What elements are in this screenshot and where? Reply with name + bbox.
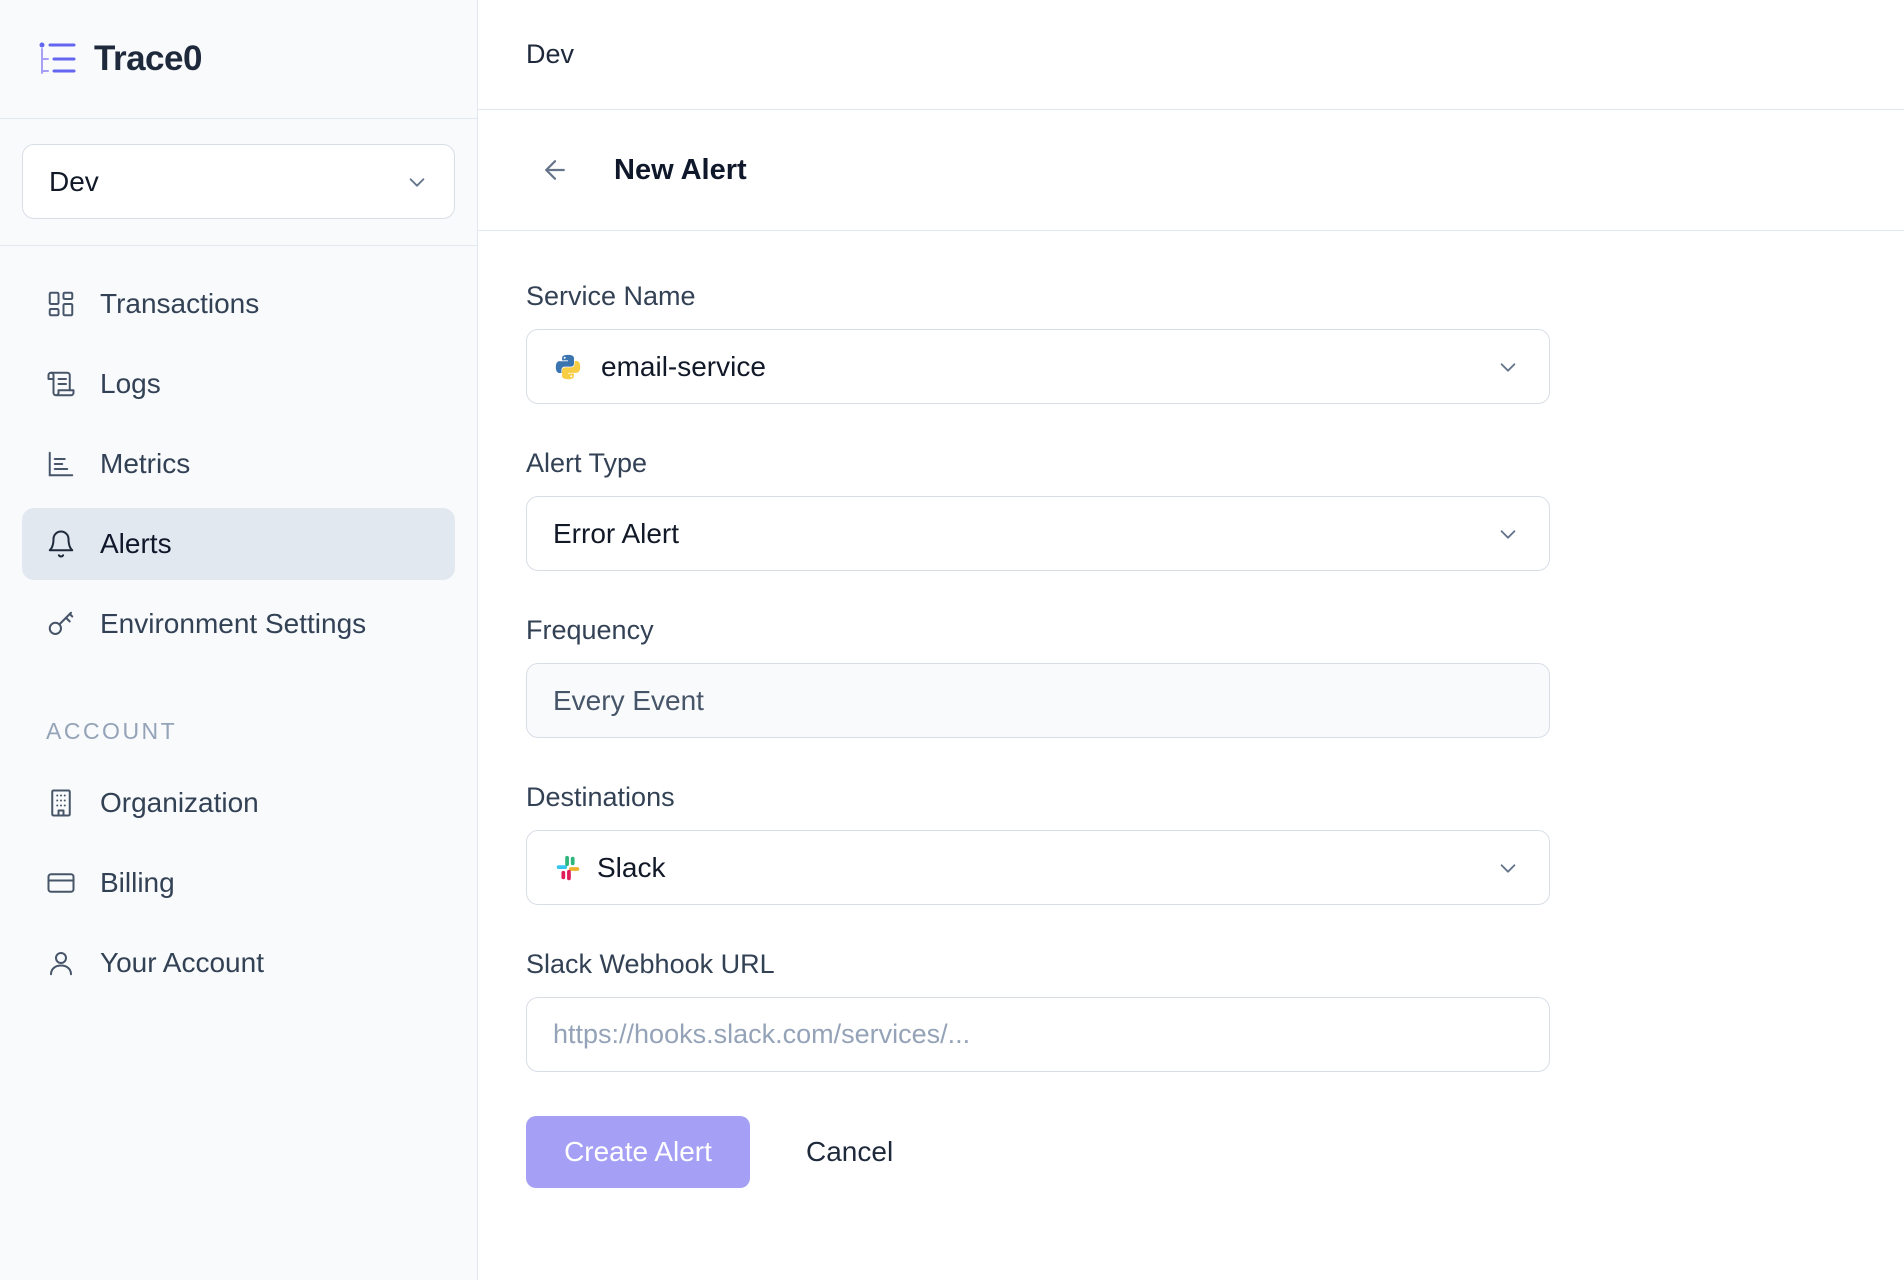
main-content: Dev New Alert Service Name email-service… [478,0,1904,1280]
page-header: New Alert [478,110,1904,231]
service-name-label: Service Name [526,281,696,311]
chevron-down-icon [1500,363,1516,372]
topbar: Dev [478,0,1904,110]
sidebar-item-billing[interactable]: Billing [22,847,455,919]
new-alert-form: Service Name email-service Alert Type Er… [478,231,1552,1188]
alert-type-label: Alert Type [526,448,648,478]
alert-type-select[interactable]: Error Alert [526,496,1550,571]
service-name-select[interactable]: email-service [526,329,1550,404]
environment-selector-wrap: Dev [0,119,477,246]
sidebar-item-label: Organization [100,787,259,818]
arrow-left-icon[interactable] [540,155,570,185]
frequency-value: Every Event [553,684,704,716]
list-tree-icon [39,42,76,74]
slack-icon [556,855,580,880]
sidebar-item-logs[interactable]: Logs [22,348,455,420]
sidebar: Trace0 Dev Transactions Logs Metrics Ale… [0,0,478,1280]
chevron-down-icon [409,177,425,187]
frequency-field: Frequency Every Event [526,615,1552,738]
account-section-title: ACCOUNT [46,718,178,744]
key-icon [48,611,74,635]
destinations-field: Destinations Slack [526,782,1552,905]
webhook-field: Slack Webhook URL https://hooks.slack.co… [526,949,1552,1072]
frequency-label: Frequency [526,615,654,645]
bar-chart-icon [48,451,74,477]
sidebar-item-label: Alerts [100,528,172,559]
sidebar-item-your-account[interactable]: Your Account [22,927,455,999]
sidebar-item-label: Environment Settings [100,608,367,639]
brand[interactable]: Trace0 [0,0,477,119]
python-icon [555,354,581,379]
sidebar-nav: Transactions Logs Metrics Alerts Environ… [0,246,477,999]
user-icon [50,952,72,976]
destinations-value: Slack [597,851,666,883]
sidebar-item-label: Your Account [100,947,264,978]
sidebar-item-label: Billing [100,867,175,898]
sidebar-item-transactions[interactable]: Transactions [22,268,455,340]
sidebar-item-organization[interactable]: Organization [22,767,455,839]
scroll-icon [47,371,75,397]
building-icon [51,789,71,817]
sidebar-item-metrics[interactable]: Metrics [22,428,455,500]
webhook-input[interactable]: https://hooks.slack.com/services/... [526,997,1550,1072]
destinations-select[interactable]: Slack [526,830,1550,905]
frequency-input[interactable]: Every Event [526,663,1550,738]
environment-selector-value: Dev [49,165,99,197]
create-alert-button[interactable]: Create Alert [526,1116,750,1188]
alert-type-value: Error Alert [553,517,680,549]
sidebar-item-label: Transactions [100,288,260,319]
destinations-label: Destinations [526,782,675,812]
layout-grid-icon [48,291,74,317]
chevron-down-icon [1500,864,1516,873]
sidebar-item-alerts[interactable]: Alerts [22,508,455,580]
credit-card-icon [47,873,75,893]
sidebar-item-environment-settings[interactable]: Environment Settings [22,588,455,660]
service-name-value: email-service [601,350,766,382]
environment-selector[interactable]: Dev [22,144,455,219]
webhook-label: Slack Webhook URL [526,949,775,979]
brand-name: Trace0 [94,39,202,78]
page-title: New Alert [614,153,747,186]
alert-type-field: Alert Type Error Alert [526,448,1552,571]
chevron-down-icon [1500,530,1516,539]
sidebar-item-label: Metrics [100,448,191,479]
cancel-button[interactable]: Cancel [806,1136,893,1168]
topbar-title: Dev [526,39,575,69]
webhook-placeholder: https://hooks.slack.com/services/... [553,1019,971,1049]
service-name-field: Service Name email-service [526,281,1552,404]
sidebar-item-label: Logs [100,368,161,399]
bell-icon [48,530,74,558]
form-actions: Create Alert Cancel [526,1116,1552,1188]
